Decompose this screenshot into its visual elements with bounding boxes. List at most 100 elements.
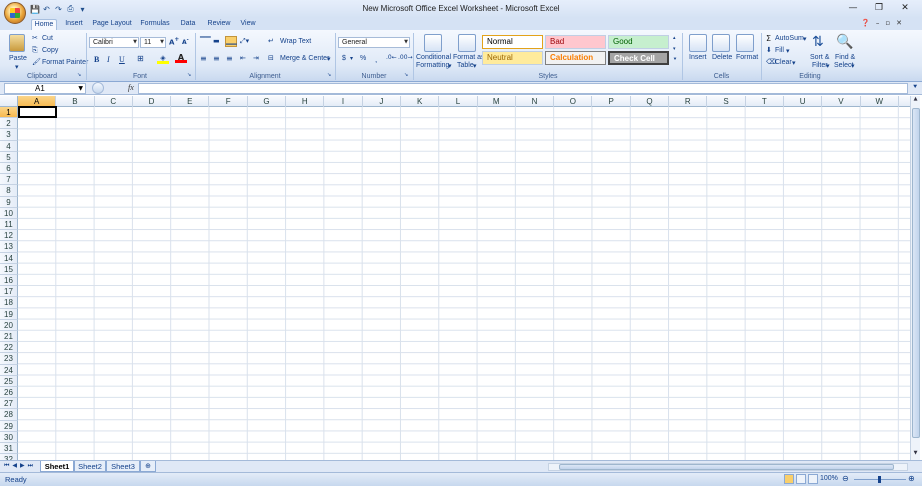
align-left-icon[interactable]: ≡: [200, 54, 207, 63]
column-header-c[interactable]: C: [95, 96, 133, 107]
cell-style-normal[interactable]: Normal: [482, 35, 543, 49]
wrap-text-button[interactable]: Wrap Text: [280, 38, 311, 45]
cell-style-calculation[interactable]: Calculation: [545, 51, 606, 65]
find-select-icon[interactable]: 🔍: [836, 34, 853, 50]
close-button[interactable]: ✕: [892, 1, 918, 15]
format-as-table-label[interactable]: Format as: [453, 54, 485, 61]
column-header-u[interactable]: U: [784, 96, 823, 107]
decrease-indent-icon[interactable]: ⇤: [240, 54, 246, 62]
align-middle-icon[interactable]: ▬: [213, 37, 220, 45]
font-color-icon[interactable]: A: [175, 53, 187, 63]
row-header-14[interactable]: 14: [0, 252, 18, 264]
align-center-icon[interactable]: ≡: [213, 54, 220, 63]
paste-icon[interactable]: [9, 34, 25, 52]
page-break-view-icon[interactable]: [808, 474, 818, 484]
maximize-button[interactable]: ❐: [866, 1, 892, 15]
row-header-21[interactable]: 21: [0, 331, 18, 343]
row-header-18[interactable]: 18: [0, 297, 18, 309]
cell-style-check-cell[interactable]: Check Cell: [608, 51, 669, 65]
fill-icon[interactable]: ⬇: [766, 46, 772, 54]
copy-icon[interactable]: ⎘: [32, 46, 38, 55]
paste-dropdown-icon[interactable]: ▾: [15, 63, 19, 71]
clear-button[interactable]: Clear: [775, 59, 792, 66]
row-header-28[interactable]: 28: [0, 409, 18, 421]
cut-button[interactable]: Cut: [42, 35, 53, 42]
print-preview-icon[interactable]: ⎙: [66, 4, 75, 14]
tab-data[interactable]: Data: [178, 19, 198, 30]
undo-icon[interactable]: ↶: [42, 5, 51, 14]
column-header-j[interactable]: J: [363, 96, 401, 107]
font-size-dropdown[interactable]: 11 ▼: [140, 37, 166, 48]
format-cells-icon[interactable]: [736, 34, 754, 52]
vertical-scroll-thumb[interactable]: [912, 108, 920, 438]
row-header-9[interactable]: 9: [0, 196, 18, 208]
row-header-11[interactable]: 11: [0, 219, 18, 231]
autosum-icon[interactable]: Σ: [766, 34, 771, 43]
vertical-scrollbar[interactable]: ▲ ▼: [910, 96, 920, 460]
number-launcher-icon[interactable]: ↘: [404, 72, 408, 78]
row-header-2[interactable]: 2: [0, 118, 18, 130]
font-launcher-icon[interactable]: ↘: [187, 72, 191, 78]
tab-page-layout[interactable]: Page Layout: [91, 19, 133, 30]
increase-decimal-icon[interactable]: .0←: [386, 54, 397, 61]
insert-cells-button[interactable]: Insert: [689, 54, 707, 61]
align-right-icon[interactable]: ≡: [226, 54, 233, 63]
autosum-dropdown-icon[interactable]: ▾: [803, 35, 807, 43]
decrease-decimal-icon[interactable]: .00→: [398, 54, 413, 61]
styles-scroll-down-icon[interactable]: ▾: [673, 45, 676, 53]
customize-qat-icon[interactable]: ▾: [78, 5, 87, 14]
horizontal-scroll-thumb[interactable]: [559, 464, 894, 470]
column-header-h[interactable]: H: [286, 96, 325, 107]
sort-filter-label[interactable]: Sort &: [810, 54, 829, 61]
conditional-formatting-icon[interactable]: [424, 34, 442, 52]
row-header-6[interactable]: 6: [0, 163, 18, 175]
cell-style-bad[interactable]: Bad: [545, 35, 606, 49]
insert-sheet-icon[interactable]: ⊕: [140, 461, 156, 472]
column-header-t[interactable]: T: [746, 96, 784, 107]
cells-area[interactable]: [18, 107, 910, 460]
column-header-q[interactable]: Q: [631, 96, 670, 107]
clipboard-launcher-icon[interactable]: ↘: [77, 72, 81, 78]
row-header-3[interactable]: 3: [0, 129, 18, 141]
format-as-table-label-2[interactable]: Table: [457, 62, 474, 69]
column-header-w[interactable]: W: [861, 96, 899, 107]
fill-color-icon[interactable]: ◈: [157, 54, 169, 64]
format-painter-icon[interactable]: 🖌: [32, 58, 41, 66]
format-as-table-dropdown-icon[interactable]: ▾: [473, 62, 477, 70]
column-header-r[interactable]: R: [669, 96, 708, 107]
sheet-tab-2[interactable]: Sheet2: [74, 461, 106, 472]
find-select-label[interactable]: Find &: [835, 54, 855, 61]
tab-insert[interactable]: Insert: [62, 19, 86, 30]
number-format-dropdown[interactable]: General ▼: [338, 37, 410, 48]
workbook-restore-icon[interactable]: ▫: [885, 19, 890, 27]
bold-button[interactable]: B: [94, 55, 99, 64]
tab-view[interactable]: View: [238, 19, 258, 30]
alignment-launcher-icon[interactable]: ↘: [327, 72, 331, 78]
sort-filter-dropdown-icon[interactable]: ▾: [826, 62, 830, 70]
insert-cells-icon[interactable]: [689, 34, 707, 52]
row-header-29[interactable]: 29: [0, 420, 18, 432]
zoom-slider-thumb[interactable]: [878, 476, 881, 483]
page-layout-view-icon[interactable]: [796, 474, 806, 484]
sheet-nav-arrows-icon[interactable]: ⏮◀▶⏭: [4, 462, 36, 470]
row-header-5[interactable]: 5: [0, 151, 18, 163]
column-header-l[interactable]: L: [439, 96, 478, 107]
shrink-font-icon[interactable]: A-: [182, 37, 189, 46]
help-icon[interactable]: ❓: [861, 19, 870, 27]
column-header-o[interactable]: O: [554, 96, 593, 107]
formula-input[interactable]: [138, 83, 908, 94]
fill-button[interactable]: Fill: [775, 47, 784, 54]
cell-style-good[interactable]: Good: [608, 35, 669, 49]
tab-formulas[interactable]: Formulas: [138, 19, 172, 30]
conditional-formatting-dropdown-icon[interactable]: ▾: [448, 62, 452, 70]
clear-dropdown-icon[interactable]: ▾: [792, 59, 796, 67]
row-header-17[interactable]: 17: [0, 286, 18, 298]
increase-indent-icon[interactable]: ⇥: [253, 54, 259, 62]
column-header-d[interactable]: D: [133, 96, 172, 107]
column-header-m[interactable]: M: [478, 96, 516, 107]
insert-function-icon[interactable]: fx: [128, 83, 134, 92]
currency-dropdown-icon[interactable]: ▾: [350, 55, 353, 62]
row-header-25[interactable]: 25: [0, 375, 18, 387]
name-box[interactable]: A1 ▼: [4, 83, 86, 94]
active-cell[interactable]: [18, 106, 57, 118]
